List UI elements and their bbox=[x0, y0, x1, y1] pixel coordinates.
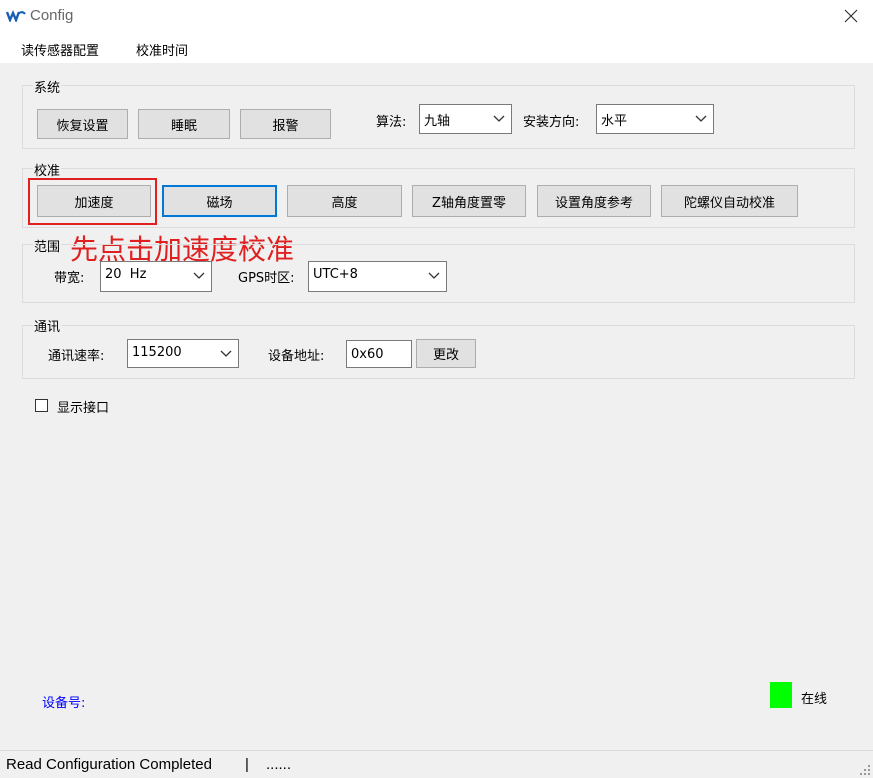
online-label: 在线 bbox=[801, 692, 828, 707]
bandwidth-label: 带宽: bbox=[54, 271, 85, 286]
gps-timezone-value: UTC+8 bbox=[313, 267, 358, 282]
gps-timezone-label: GPS时区: bbox=[238, 271, 295, 286]
baud-rate-value: 115200 bbox=[132, 345, 182, 360]
status-separator: | bbox=[245, 756, 249, 773]
algorithm-value: 九轴 bbox=[424, 114, 451, 129]
status-bar: Read Configuration Completed | ...... bbox=[0, 750, 873, 778]
device-number-label: 设备号: bbox=[42, 696, 86, 711]
device-address-input[interactable]: 0x60 bbox=[346, 340, 412, 368]
window-title: Config bbox=[30, 7, 74, 24]
change-address-button[interactable]: 更改 bbox=[416, 339, 476, 368]
chevron-down-icon bbox=[695, 115, 707, 122]
chevron-down-icon bbox=[428, 272, 440, 279]
alarm-button[interactable]: 报警 bbox=[240, 109, 331, 139]
show-port-checkbox[interactable] bbox=[35, 399, 48, 412]
comm-group-label: 通讯 bbox=[33, 316, 62, 335]
status-extra: ...... bbox=[266, 756, 292, 773]
mount-direction-select[interactable]: 水平 bbox=[596, 104, 714, 134]
chevron-down-icon bbox=[493, 115, 505, 122]
menu-calibrate-time[interactable]: 校准时间 bbox=[136, 40, 188, 59]
bandwidth-value: 20 Hz bbox=[105, 267, 147, 282]
z-angle-zero-button[interactable]: Z轴角度置零 bbox=[412, 185, 526, 217]
app-logo-icon bbox=[6, 10, 26, 22]
online-indicator bbox=[770, 682, 792, 708]
calibration-group-label: 校准 bbox=[33, 160, 62, 179]
chevron-down-icon bbox=[220, 350, 232, 357]
mount-direction-label: 安装方向: bbox=[523, 115, 580, 130]
range-group-label: 范围 bbox=[33, 236, 62, 255]
menu-bar: 读传感器配置 校准时间 bbox=[0, 33, 873, 63]
baud-rate-label: 通讯速率: bbox=[48, 349, 105, 364]
set-angle-reference-button[interactable]: 设置角度参考 bbox=[537, 185, 651, 217]
device-address-value: 0x60 bbox=[351, 347, 384, 362]
resize-grip-icon[interactable] bbox=[859, 764, 871, 776]
sleep-button[interactable]: 睡眠 bbox=[138, 109, 230, 139]
chevron-down-icon bbox=[193, 272, 205, 279]
status-message: Read Configuration Completed bbox=[6, 756, 212, 773]
system-group-label: 系统 bbox=[33, 77, 62, 96]
show-port-label: 显示接口 bbox=[57, 401, 110, 416]
magnetic-calibrate-button[interactable]: 磁场 bbox=[162, 185, 277, 217]
close-icon[interactable] bbox=[843, 8, 859, 24]
algorithm-select[interactable]: 九轴 bbox=[419, 104, 512, 134]
restore-settings-button[interactable]: 恢复设置 bbox=[37, 109, 128, 139]
height-calibrate-button[interactable]: 高度 bbox=[287, 185, 402, 217]
title-bar: Config bbox=[0, 0, 873, 33]
gyro-auto-calibrate-button[interactable]: 陀螺仪自动校准 bbox=[661, 185, 798, 217]
annotation-highlight-box bbox=[28, 178, 157, 225]
bandwidth-select[interactable]: 20 Hz bbox=[100, 261, 212, 292]
device-address-label: 设备地址: bbox=[268, 349, 325, 364]
gps-timezone-select[interactable]: UTC+8 bbox=[308, 261, 447, 292]
algorithm-label: 算法: bbox=[376, 115, 407, 130]
baud-rate-select[interactable]: 115200 bbox=[127, 339, 239, 368]
menu-read-sensor-config[interactable]: 读传感器配置 bbox=[21, 40, 99, 59]
mount-direction-value: 水平 bbox=[601, 114, 628, 129]
